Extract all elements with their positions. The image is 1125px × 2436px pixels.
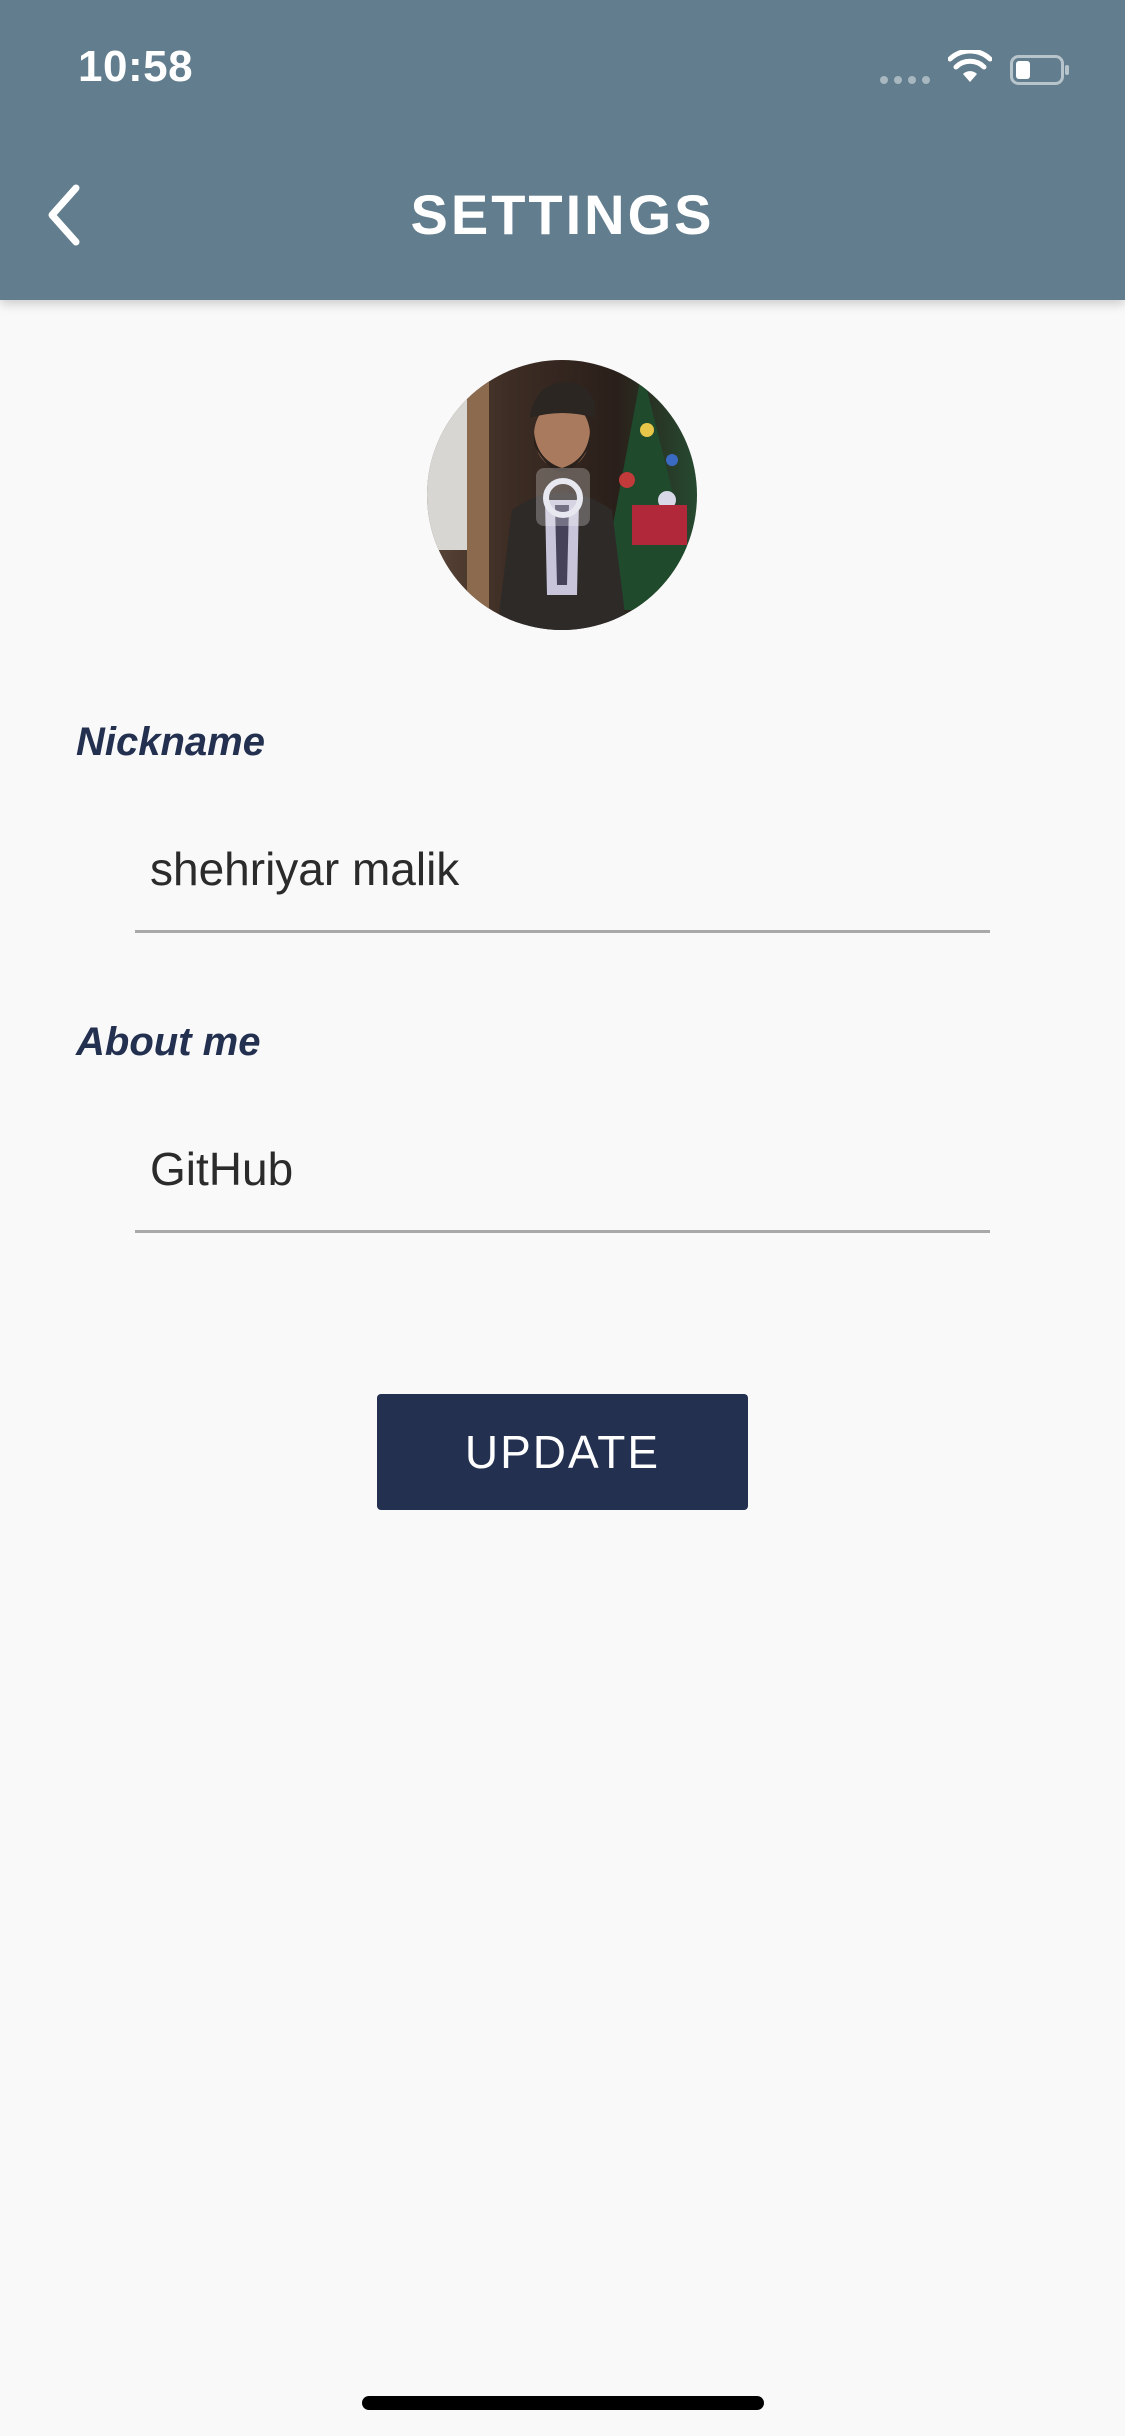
home-indicator[interactable] — [362, 2396, 764, 2410]
battery-icon — [1010, 55, 1069, 85]
camera-icon[interactable] — [528, 462, 598, 532]
wifi-icon — [948, 50, 992, 82]
app-bar: 10:58 SETTINGS — [0, 0, 1125, 300]
update-button[interactable]: UPDATE — [377, 1394, 748, 1510]
about-input[interactable] — [150, 1142, 970, 1196]
nickname-label: Nickname — [76, 720, 265, 764]
signal-dots-icon — [880, 76, 930, 84]
about-label: About me — [76, 1020, 261, 1064]
status-time: 10:58 — [78, 42, 194, 91]
nickname-input[interactable] — [150, 842, 970, 896]
page-title: SETTINGS — [410, 183, 715, 246]
nickname-field[interactable] — [135, 820, 990, 933]
about-field[interactable] — [135, 1120, 990, 1233]
